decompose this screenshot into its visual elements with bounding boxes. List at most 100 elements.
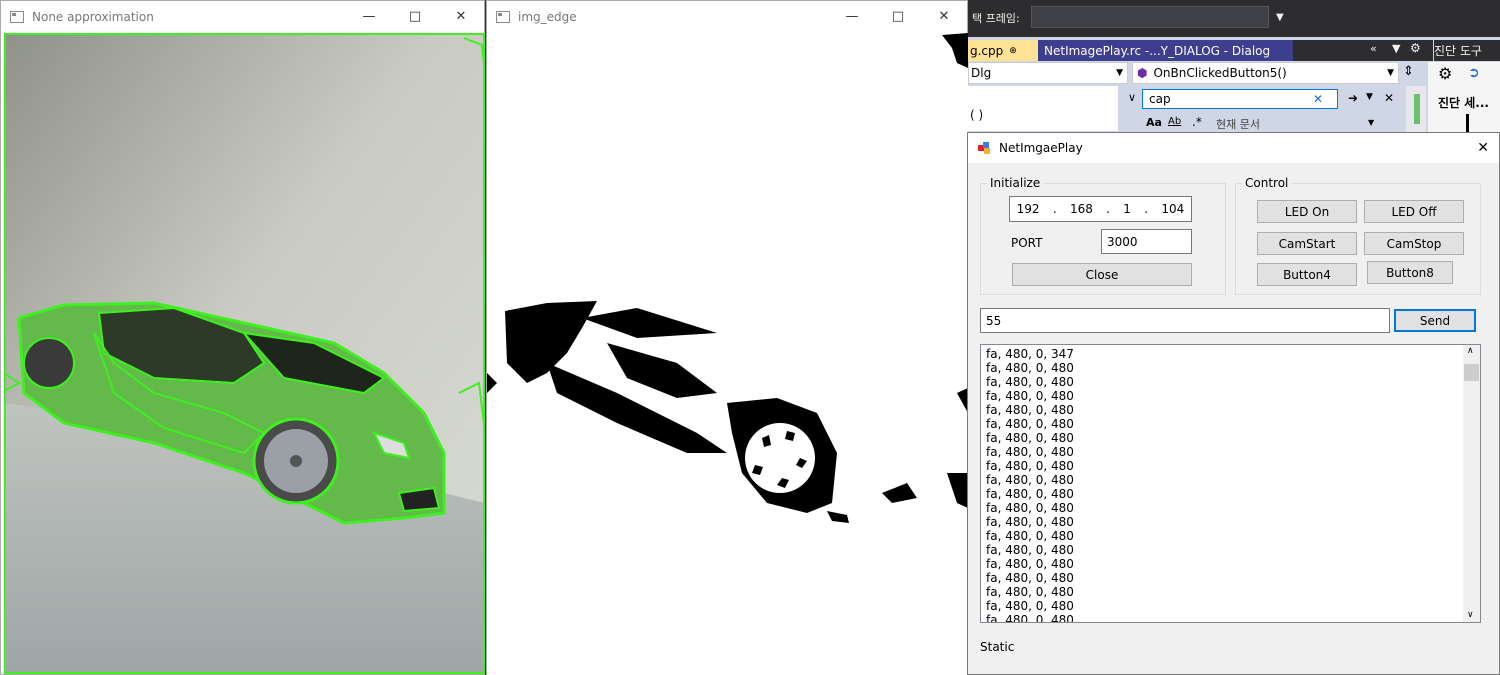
scroll-down-icon[interactable]: ∨	[1467, 610, 1474, 620]
title-bar[interactable]: img_edge — □ ✕	[487, 1, 967, 32]
log-row[interactable]: fa, 480, 0, 480	[981, 529, 1463, 543]
ip-octet[interactable]: 104	[1161, 202, 1184, 216]
search-scope[interactable]: 현재 문서	[1216, 116, 1260, 132]
maximize-button[interactable]: □	[875, 1, 921, 32]
log-row[interactable]: fa, 480, 0, 480	[981, 613, 1463, 622]
log-row[interactable]: fa, 480, 0, 480	[981, 445, 1463, 459]
close-button[interactable]: Close	[1012, 263, 1192, 286]
clear-icon[interactable]: ✕	[1313, 92, 1323, 106]
tab-rc[interactable]: NetImagePlay.rc -...Y_DIALOG - Dialog	[1038, 40, 1293, 61]
log-row[interactable]: fa, 480, 0, 480	[981, 403, 1463, 417]
dropdown-arrow-icon[interactable]: ▼	[1276, 12, 1284, 23]
export-icon[interactable]: ➲	[1468, 65, 1480, 81]
scroll-up-icon[interactable]: ∧	[1467, 346, 1474, 356]
minimize-button[interactable]: —	[346, 1, 392, 32]
log-scrollbar[interactable]: ∧ ∨	[1463, 345, 1480, 622]
none-approximation-window[interactable]: None approximation — □ ✕	[0, 0, 485, 675]
button8[interactable]: Button8	[1367, 261, 1453, 284]
log-row[interactable]: fa, 480, 0, 480	[981, 431, 1463, 445]
log-row[interactable]: fa, 480, 0, 480	[981, 557, 1463, 571]
minimize-button[interactable]: —	[829, 1, 875, 32]
ip-octet[interactable]: 168	[1070, 202, 1093, 216]
vertical-scrollbar[interactable]	[1406, 86, 1426, 134]
led-on-button[interactable]: LED On	[1257, 200, 1357, 223]
ip-dot: .	[1106, 202, 1110, 216]
scroll-thumb[interactable]	[1464, 364, 1479, 381]
tab-cpp-label: g.cpp	[970, 43, 1004, 58]
log-row[interactable]: fa, 480, 0, 480	[981, 375, 1463, 389]
maximize-button[interactable]: □	[392, 1, 438, 32]
dialog-title-bar[interactable]: NetImgaePlay ✕	[968, 133, 1499, 163]
log-row[interactable]: fa, 480, 0, 480	[981, 599, 1463, 613]
timeline-marker	[1466, 114, 1469, 134]
log-row[interactable]: fa, 480, 0, 480	[981, 515, 1463, 529]
tab-overflow-icon[interactable]: «	[1370, 42, 1377, 55]
gear-icon[interactable]: ⚙	[1410, 41, 1421, 55]
class-combo[interactable]: Dlg ▼	[968, 62, 1128, 84]
visual-studio-background: 택 프레임: ▼ g.cpp ⊕ NetImagePlay.rc -...Y_D…	[968, 0, 1500, 134]
dropdown-arrow-icon[interactable]: ▼	[1368, 118, 1374, 127]
send-button[interactable]: Send	[1394, 309, 1476, 332]
settings-gear-icon[interactable]: ⚙	[1438, 64, 1452, 83]
ip-address-field[interactable]: 192. 168. 1. 104	[1009, 196, 1192, 222]
send-input[interactable]: 55	[980, 308, 1390, 333]
dropdown-arrow-icon: ▼	[1387, 68, 1394, 78]
port-input[interactable]: 3000	[1101, 229, 1192, 254]
led-off-button[interactable]: LED Off	[1364, 200, 1464, 223]
search-value: cap	[1149, 92, 1171, 106]
log-row[interactable]: fa, 480, 0, 480	[981, 571, 1463, 585]
title-bar[interactable]: None approximation — □ ✕	[1, 1, 484, 32]
frame-combo[interactable]	[1031, 6, 1269, 28]
log-row[interactable]: fa, 480, 0, 480	[981, 501, 1463, 515]
find-next-icon[interactable]: ➜	[1348, 91, 1358, 105]
regex-icon[interactable]: .*	[1192, 115, 1202, 129]
window-title: None approximation	[32, 9, 154, 24]
ip-dot: .	[1144, 202, 1149, 216]
tab-list-icon[interactable]: ▼	[1392, 42, 1400, 55]
static-label: Static	[980, 640, 1015, 654]
control-label: Control	[1242, 176, 1292, 190]
log-row[interactable]: fa, 480, 0, 480	[981, 361, 1463, 375]
window-app-icon	[10, 10, 24, 23]
diag-tools-tab[interactable]: 진단 도구	[1434, 40, 1500, 61]
tab-cpp[interactable]: g.cpp ⊕	[968, 40, 1038, 61]
match-case-icon[interactable]: Aa	[1146, 116, 1162, 129]
netimgaeplay-dialog[interactable]: NetImgaePlay ✕ Initialize 192. 168. 1. 1…	[967, 132, 1500, 675]
method-combo-value: OnBnClickedButton5()	[1153, 66, 1287, 80]
expand-chevron-icon[interactable]: ∨	[1128, 91, 1136, 104]
pin-icon[interactable]: ⊕	[1009, 46, 1017, 56]
log-row[interactable]: fa, 480, 0, 480	[981, 585, 1463, 599]
log-row[interactable]: fa, 480, 0, 480	[981, 417, 1463, 431]
log-rows: fa, 480, 0, 347 fa, 480, 0, 480 fa, 480, 0…	[981, 347, 1463, 622]
whole-word-icon[interactable]: Ab	[1168, 116, 1181, 127]
log-row[interactable]: fa, 480, 0, 480	[981, 543, 1463, 557]
log-row[interactable]: fa, 480, 0, 480	[981, 487, 1463, 501]
split-icon[interactable]: ⇕	[1403, 64, 1414, 79]
ip-dot: .	[1052, 202, 1057, 216]
img-edge-window[interactable]: img_edge — □ ✕	[486, 0, 968, 675]
diag-panel: ⚙ ➲ 진단 세...	[1428, 62, 1500, 134]
port-label: PORT	[1011, 236, 1043, 250]
log-row[interactable]: fa, 480, 0, 347	[981, 347, 1463, 361]
close-find-icon[interactable]: ✕	[1384, 91, 1394, 105]
dropdown-arrow-icon[interactable]: ▼	[1366, 92, 1373, 102]
close-icon[interactable]: ✕	[1477, 140, 1489, 156]
log-row[interactable]: fa, 480, 0, 480	[981, 473, 1463, 487]
code-editor[interactable]: ( )	[968, 86, 1118, 131]
log-listbox[interactable]: fa, 480, 0, 347 fa, 480, 0, 480 fa, 480, 0…	[980, 344, 1481, 623]
log-row[interactable]: fa, 480, 0, 480	[981, 459, 1463, 473]
close-button[interactable]: ✕	[438, 1, 484, 32]
vs-tab-strip: g.cpp ⊕ NetImagePlay.rc -...Y_DIALOG - D…	[968, 40, 1433, 61]
search-input[interactable]: cap ✕	[1142, 89, 1338, 109]
ip-octet[interactable]: 192	[1017, 202, 1040, 216]
button4[interactable]: Button4	[1257, 263, 1357, 286]
class-combo-value: Dlg	[971, 66, 992, 80]
method-cube-icon: ⬢	[1137, 66, 1148, 80]
method-combo[interactable]: ⬢ OnBnClickedButton5() ▼	[1132, 62, 1399, 84]
ip-octet[interactable]: 1	[1123, 202, 1131, 216]
log-row[interactable]: fa, 480, 0, 480	[981, 389, 1463, 403]
camstart-button[interactable]: CamStart	[1257, 232, 1357, 255]
camstop-button[interactable]: CamStop	[1364, 232, 1464, 255]
initialize-group: Initialize 192. 168. 1. 104 PORT 3000 Cl…	[980, 176, 1226, 295]
close-button[interactable]: ✕	[921, 1, 967, 32]
